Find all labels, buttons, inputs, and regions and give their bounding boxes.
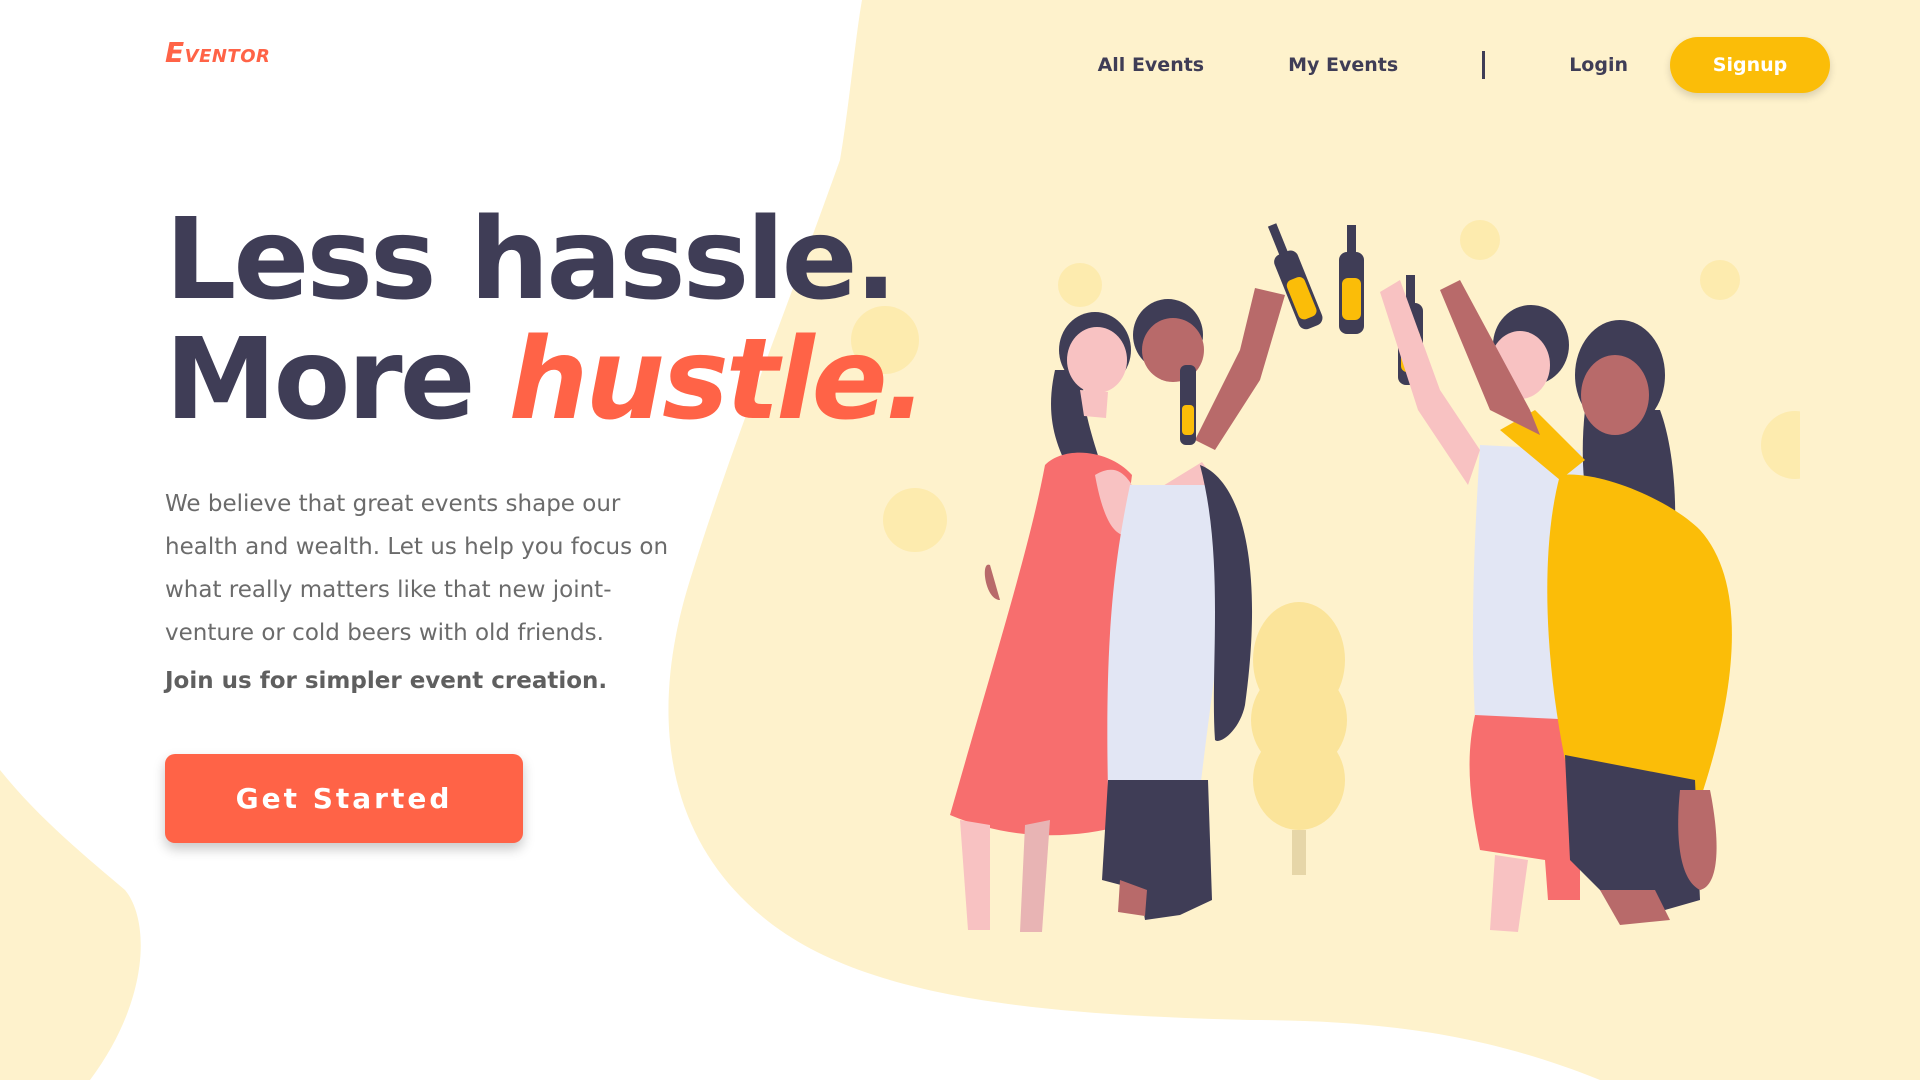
get-started-button[interactable]: Get Started bbox=[165, 754, 523, 843]
hero-title-line-2: More hustle. bbox=[165, 320, 927, 440]
nav-login[interactable]: Login bbox=[1569, 54, 1628, 76]
brand-logo[interactable]: EVENTOR bbox=[165, 36, 270, 69]
nav-my-events[interactable]: My Events bbox=[1288, 54, 1398, 76]
hero-title-line-1: Less hassle. bbox=[165, 195, 897, 325]
friends-toasting-illustration bbox=[851, 220, 1800, 932]
hero-description: We believe that great events shape our h… bbox=[165, 491, 669, 646]
hero-title-prefix: More bbox=[165, 315, 509, 445]
top-navigation: All Events My Events Login Signup bbox=[1056, 36, 1830, 94]
nav-all-events[interactable]: All Events bbox=[1098, 54, 1205, 76]
hero-title-accent: hustle. bbox=[508, 315, 928, 445]
hero-title: Less hassle. More hustle. bbox=[165, 195, 927, 440]
hero-cta-text: Join us for simpler event creation. bbox=[165, 668, 608, 694]
signup-button[interactable]: Signup bbox=[1670, 37, 1830, 93]
nav-divider bbox=[1482, 51, 1486, 79]
